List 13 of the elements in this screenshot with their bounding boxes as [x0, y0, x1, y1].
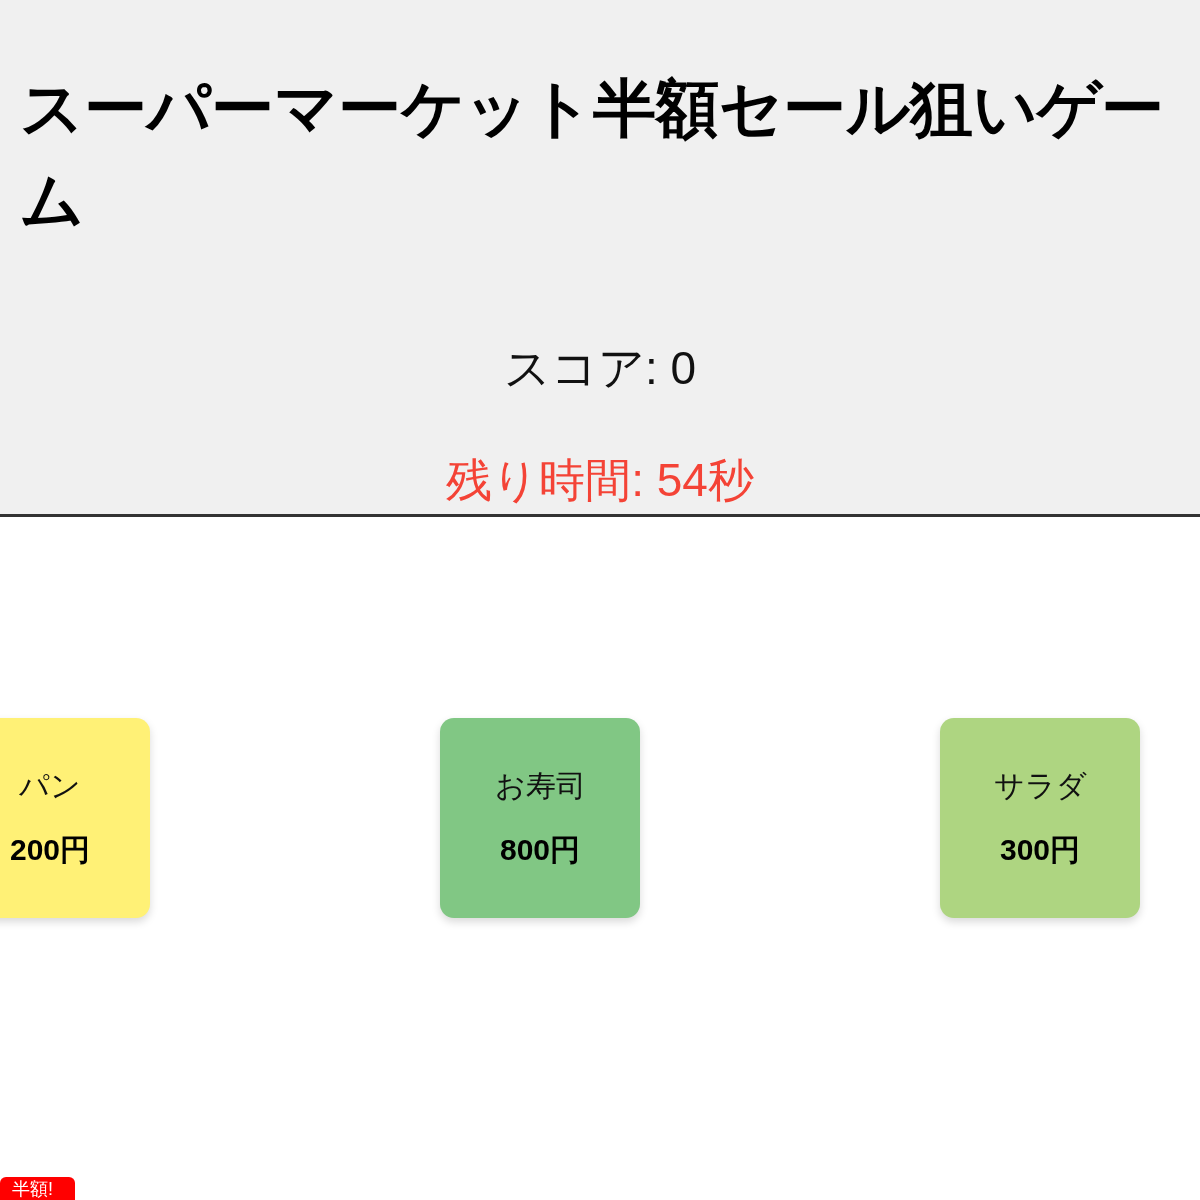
- time-remaining-text: 残り時間: 54秒: [446, 453, 754, 508]
- product-price: 300円: [999, 832, 1081, 868]
- product-name: お寿司: [494, 768, 586, 804]
- score-text: スコア: 0: [503, 341, 697, 396]
- product-card[interactable]: サラダ 300円: [940, 718, 1140, 918]
- product-price: 800円: [499, 832, 581, 868]
- sale-tag: 半額!: [0, 1177, 75, 1200]
- product-card[interactable]: パン 200円: [0, 718, 150, 918]
- product-card[interactable]: お寿司 800円: [440, 718, 640, 918]
- game-title: スーパーマーケット半額セール狙いゲーム: [20, 73, 1164, 235]
- product-price: 200円: [9, 832, 91, 868]
- product-name: パン: [19, 768, 81, 804]
- product-name: サラダ: [993, 768, 1087, 804]
